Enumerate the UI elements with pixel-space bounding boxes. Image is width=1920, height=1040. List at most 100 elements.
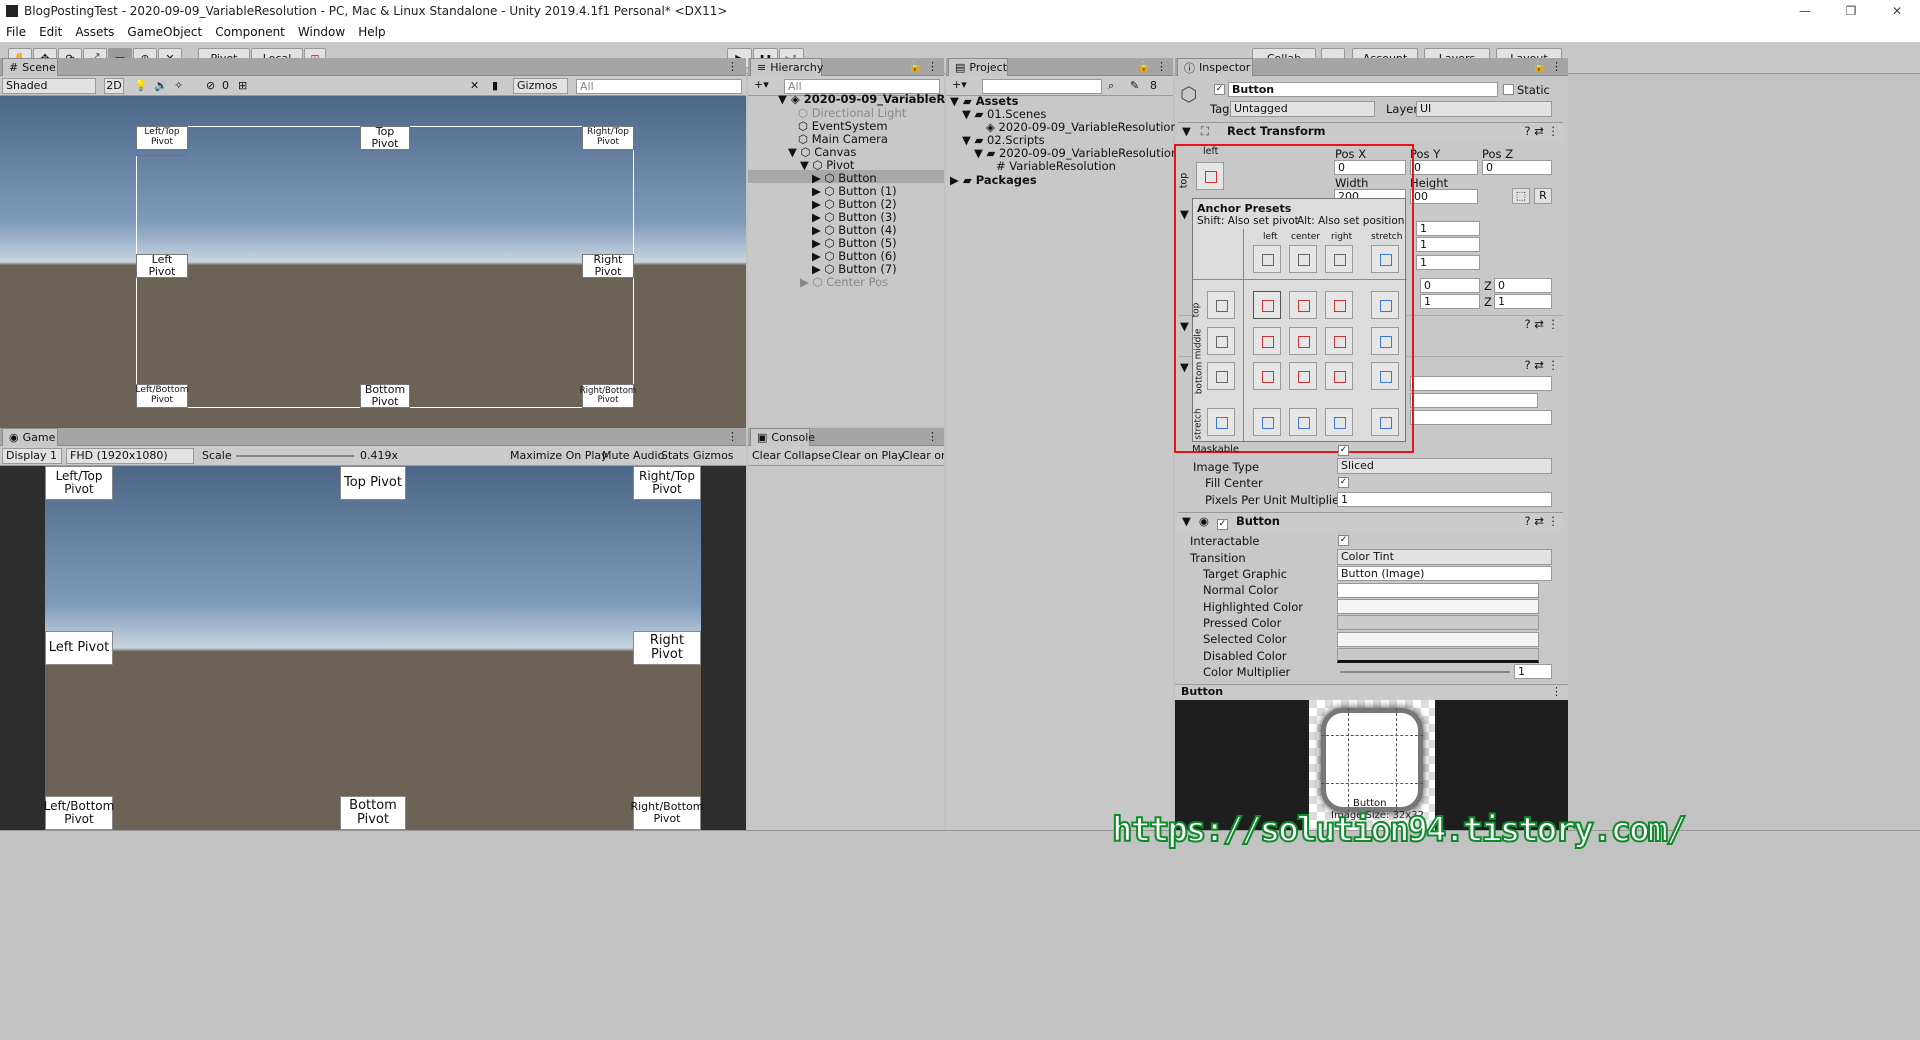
maskable-checkbox[interactable]: ✓ (1338, 445, 1349, 456)
raw-edit-button[interactable]: R (1534, 188, 1552, 204)
scene-btn-right-bottom[interactable]: Right/Bottom Pivot (580, 384, 636, 408)
component-menu-icons[interactable]: ? ⇄ ⋮ (1524, 357, 1559, 374)
lock-icon[interactable]: 🔒 (1532, 60, 1546, 73)
game-btn-right-top[interactable]: Right/Top Pivot (633, 466, 701, 500)
shading-mode-dropdown[interactable]: Shaded (2, 78, 96, 94)
console-clear-on-build-button[interactable]: Clear on (902, 449, 944, 462)
image-material-field[interactable] (1410, 410, 1552, 425)
scene-btn-left[interactable]: Left Pivot (136, 253, 188, 278)
panel-menu-icon[interactable]: ⋮ (1551, 685, 1562, 698)
menu-help[interactable]: Help (358, 25, 385, 39)
game-btn-right[interactable]: Right Pivot (633, 631, 701, 665)
object-name-field[interactable]: Button (1228, 82, 1498, 97)
ppu-field[interactable]: 1 (1337, 492, 1552, 507)
scene-search-input[interactable]: All (576, 79, 742, 94)
anchor-max-field[interactable]: 1 (1416, 237, 1480, 252)
game-btn-left-top[interactable]: Left/Top Pivot (45, 466, 113, 500)
menu-gameobject[interactable]: GameObject (127, 25, 202, 39)
project-scripts-folder[interactable]: ▼ ▰ 02.Scripts (962, 133, 1045, 147)
add-icon[interactable]: +▾ (754, 78, 769, 91)
highlighted-color-field[interactable] (1337, 599, 1539, 614)
color-multiplier-field[interactable]: 1 (1514, 664, 1552, 679)
2d-toggle[interactable]: 2D (104, 78, 124, 94)
project-search-input[interactable] (982, 79, 1102, 94)
game-gizmos-dropdown[interactable]: Gizmos (693, 449, 734, 462)
project-scene-file[interactable]: ◈ 2020-09-09_VariableResolution (986, 120, 1178, 134)
scene-btn-left-top[interactable]: Left/Top Pivot (136, 126, 188, 150)
tree-button-3[interactable]: ▶ ⬡ Button (3) (812, 210, 897, 224)
height-field[interactable]: 00 (1410, 189, 1478, 204)
rotation-z-field[interactable]: 0 (1494, 278, 1552, 293)
tab-scene[interactable]: # Scene (2, 58, 58, 76)
maximize-on-play-toggle[interactable]: Maximize On Play (510, 449, 608, 462)
project-script-file[interactable]: # VariableResolution (996, 159, 1116, 173)
project-packages[interactable]: ▶ ▰ Packages (950, 173, 1037, 187)
game-btn-right-bottom[interactable]: Right/Bottom Pivot (630, 796, 704, 830)
add-icon[interactable]: +▾ (952, 78, 967, 91)
tree-eventsystem[interactable]: ⬡ EventSystem (798, 119, 888, 133)
static-checkbox[interactable] (1503, 84, 1514, 95)
tag-dropdown[interactable]: Untagged (1230, 101, 1375, 117)
posy-field[interactable]: 0 (1410, 160, 1478, 175)
normal-color-field[interactable] (1337, 583, 1539, 598)
project-scripts-subfolder[interactable]: ▼ ▰ 2020-09-09_VariableResolution (974, 146, 1178, 160)
menu-window[interactable]: Window (298, 25, 345, 39)
tree-center-pos[interactable]: ▶ ⬡ Center Pos (800, 275, 888, 289)
disabled-color-field[interactable] (1337, 648, 1539, 663)
layer-dropdown[interactable]: UI (1416, 101, 1552, 117)
camera-icon[interactable]: ▮ (492, 79, 498, 92)
transition-dropdown[interactable]: Color Tint (1337, 549, 1552, 565)
mute-audio-toggle[interactable]: Mute Audio (602, 449, 664, 462)
console-collapse-button[interactable]: Collapse (784, 449, 831, 462)
tree-button[interactable]: ▶ ⬡ Button (812, 171, 877, 185)
menu-assets[interactable]: Assets (75, 25, 114, 39)
scene-btn-bottom[interactable]: Bottom Pivot (360, 383, 410, 408)
menu-file[interactable]: File (6, 25, 26, 39)
resolution-dropdown[interactable]: FHD (1920x1080) (66, 448, 194, 464)
tree-button-7[interactable]: ▶ ⬡ Button (7) (812, 262, 897, 276)
tab-project[interactable]: ▤ Project (948, 58, 1008, 76)
scene-btn-right-top[interactable]: Right/Top Pivot (582, 126, 634, 150)
tools-icon[interactable]: ✕ (470, 79, 479, 92)
maximize-button[interactable]: ❐ (1828, 0, 1874, 22)
blueprint-mode-icon[interactable]: ⬚ (1512, 188, 1530, 204)
interactable-checkbox[interactable]: ✓ (1338, 535, 1349, 546)
gizmos-dropdown[interactable]: Gizmos (513, 78, 568, 94)
preview-header[interactable]: Button ⋮ (1175, 684, 1568, 700)
project-assets[interactable]: ▼ ▰ Assets (950, 94, 1018, 108)
effects-icon[interactable]: ✧ (174, 79, 183, 92)
panel-menu-icon[interactable]: ⋮ (1156, 60, 1167, 73)
color-multiplier-slider[interactable] (1340, 671, 1510, 673)
tree-button-6[interactable]: ▶ ⬡ Button (6) (812, 249, 897, 263)
panel-menu-icon[interactable]: ⋮ (727, 430, 738, 443)
scene-btn-right[interactable]: Right Pivot (582, 253, 634, 278)
pivot-field[interactable]: 1 (1416, 255, 1480, 270)
scene-btn-top[interactable]: Top Pivot (360, 125, 410, 150)
button-component-header[interactable]: ▼ ◉ ✓ Button ? ⇄ ⋮ (1178, 512, 1563, 530)
panel-menu-icon[interactable]: ⋮ (1551, 60, 1562, 73)
game-btn-left-bottom[interactable]: Left/Bottom Pivot (44, 796, 114, 830)
console-clear-button[interactable]: Clear (752, 449, 781, 462)
pressed-color-field[interactable] (1337, 615, 1539, 630)
menu-component[interactable]: Component (215, 25, 285, 39)
tree-button-5[interactable]: ▶ ⬡ Button (5) (812, 236, 897, 250)
audio-icon[interactable]: 🔊 (154, 79, 168, 92)
fill-center-checkbox[interactable]: ✓ (1338, 477, 1349, 488)
lock-icon[interactable]: 🔒 (1137, 60, 1151, 73)
tree-button-4[interactable]: ▶ ⬡ Button (4) (812, 223, 897, 237)
rect-transform-header[interactable]: ▼ ⛶ Rect Transform ? ⇄ ⋮ (1178, 122, 1563, 140)
panel-menu-icon[interactable]: ⋮ (727, 60, 738, 73)
panel-menu-icon[interactable]: ⋮ (927, 430, 938, 443)
tree-main-camera[interactable]: ⬡ Main Camera (798, 132, 888, 146)
close-button[interactable]: ✕ (1874, 0, 1920, 22)
scale-field[interactable]: 1 (1420, 294, 1480, 309)
tab-console[interactable]: ▣ Console (750, 428, 815, 446)
label-icon[interactable]: ✎ (1130, 79, 1139, 92)
component-menu-icons[interactable]: ? ⇄ ⋮ (1524, 123, 1559, 140)
tab-inspector[interactable]: ⓘ Inspector (1177, 58, 1253, 76)
console-clear-on-play-button[interactable]: Clear on Play (832, 449, 904, 462)
posz-field[interactable]: 0 (1482, 160, 1552, 175)
component-menu-icons[interactable]: ? ⇄ ⋮ (1524, 513, 1559, 530)
tree-canvas[interactable]: ▼ ⬡ Canvas (788, 145, 856, 159)
display-dropdown[interactable]: Display 1 (2, 448, 62, 464)
